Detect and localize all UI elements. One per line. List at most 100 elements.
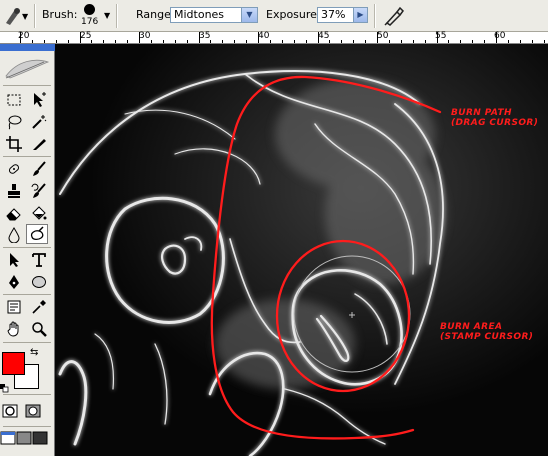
path-selection-tool-icon[interactable] [3, 250, 25, 270]
foreground-color-swatch[interactable] [2, 352, 25, 375]
ruler-label: 25 [80, 31, 92, 41]
ruler-tick [544, 40, 545, 43]
ruler-tick [353, 40, 354, 43]
magic-wand-tool-icon[interactable] [28, 112, 50, 132]
airbrush-icon[interactable] [382, 4, 406, 28]
tool-preset-icon[interactable] [2, 5, 24, 27]
marquee-tool-icon[interactable] [3, 90, 25, 110]
ruler-tick [318, 32, 319, 43]
ruler-tick [270, 40, 271, 43]
ruler-tick [294, 40, 295, 43]
horizontal-ruler: 20 25 30 35 40 45 50 55 60 [0, 31, 548, 44]
hand-tool-icon[interactable] [3, 319, 25, 339]
burn-path-title: BURN PATH [451, 108, 512, 118]
feather-logo-icon[interactable] [4, 56, 50, 82]
standard-mode-icon[interactable] [0, 401, 20, 421]
ruler-tick [258, 32, 259, 43]
burn-area-title: BURN AREA [440, 322, 503, 332]
brush-picker-dropdown-icon[interactable]: ▼ [104, 11, 110, 20]
skull-artwork [55, 44, 548, 456]
move-tool-icon[interactable] [28, 90, 50, 110]
ruler-tick [139, 32, 140, 43]
toolbox-divider [3, 426, 51, 427]
ruler-tick [127, 40, 128, 43]
burn-tool-icon[interactable] [26, 224, 48, 244]
burn-path-subtitle: (DRAG CURSOR) [451, 118, 539, 128]
ruler-tick [91, 40, 92, 43]
type-tool-icon[interactable] [28, 250, 50, 270]
brush-preview-icon[interactable] [84, 4, 95, 15]
toolbox: ⇆ [0, 44, 55, 456]
ruler-tick [115, 40, 116, 43]
ruler-label: 50 [377, 31, 389, 41]
brush-label: Brush: [42, 8, 78, 21]
shape-tool-icon[interactable] [28, 272, 50, 292]
exposure-input[interactable]: 37% [317, 7, 357, 23]
default-colors-icon[interactable] [0, 378, 9, 393]
ruler-tick [377, 32, 378, 43]
ruler-tick [341, 40, 342, 43]
ruler-tick [210, 40, 211, 43]
ruler-tick [68, 40, 69, 43]
brush-tool-icon[interactable] [28, 159, 50, 179]
separator [116, 4, 117, 28]
document-canvas[interactable]: BURN PATH (DRAG CURSOR) BURN AREA (STAMP… [55, 44, 548, 456]
ruler-tick [306, 40, 307, 43]
ruler-tick [163, 40, 164, 43]
crop-tool-icon[interactable] [3, 134, 25, 154]
burn-area-subtitle: (STAMP CURSOR) [440, 332, 534, 342]
pen-tool-icon[interactable] [3, 272, 25, 292]
full-screen-menu-mode-icon[interactable] [16, 430, 32, 446]
range-dropdown-icon[interactable]: ▼ [241, 8, 257, 22]
ruler-tick [80, 32, 81, 43]
toolbox-title-bar[interactable] [0, 44, 55, 51]
toolbox-divider [3, 85, 51, 86]
quick-mask-mode-icon[interactable] [23, 401, 43, 421]
notes-tool-icon[interactable] [3, 297, 25, 317]
standard-screen-mode-icon[interactable] [0, 430, 16, 446]
zoom-tool-icon[interactable] [28, 319, 50, 339]
eraser-tool-icon[interactable] [3, 203, 25, 223]
lasso-tool-icon[interactable] [3, 112, 25, 132]
full-screen-mode-icon[interactable] [32, 430, 48, 446]
ruler-tick [282, 40, 283, 43]
ruler-tick [472, 40, 473, 43]
ruler-tick [520, 40, 521, 43]
clone-stamp-tool-icon[interactable] [3, 181, 25, 201]
exposure-label: Exposure: [266, 8, 321, 21]
toolbox-divider [3, 247, 51, 248]
ruler-tick [199, 32, 200, 43]
ruler-tick [187, 40, 188, 43]
ruler-label: 30 [139, 31, 151, 41]
history-brush-tool-icon[interactable] [28, 181, 50, 201]
exposure-slider-button[interactable]: ▶ [353, 7, 368, 23]
burn-path-annotation: BURN PATH (DRAG CURSOR) [451, 108, 538, 128]
range-select[interactable]: Midtones ▼ [170, 7, 258, 23]
ruler-tick [329, 40, 330, 43]
ruler-tick [234, 40, 235, 43]
separator [374, 4, 375, 28]
burn-area-annotation: BURN AREA (STAMP CURSOR) [440, 322, 533, 342]
ruler-tick [175, 40, 176, 43]
ruler-tick [532, 40, 533, 43]
ruler-tick [246, 40, 247, 43]
ruler-label: 40 [258, 31, 270, 41]
paint-bucket-tool-icon[interactable] [28, 203, 50, 223]
ruler-label: 35 [199, 31, 211, 41]
ruler-tick [56, 40, 57, 43]
ruler-tick [413, 40, 414, 43]
healing-brush-tool-icon[interactable] [3, 159, 25, 179]
swap-colors-icon[interactable]: ⇆ [30, 347, 38, 358]
eyedropper-tool-icon[interactable] [28, 297, 50, 317]
range-label: Range: [136, 8, 175, 21]
ruler-tick [32, 40, 33, 43]
tool-preset-dropdown-icon[interactable]: ▼ [22, 12, 28, 21]
blur-tool-icon[interactable] [3, 225, 25, 245]
ruler-tick [389, 40, 390, 43]
slice-tool-icon[interactable] [28, 134, 50, 154]
ruler-tick [508, 40, 509, 43]
ruler-tick [448, 40, 449, 43]
ruler-tick [365, 40, 366, 43]
ruler-tick [437, 32, 438, 43]
toolbox-divider [3, 342, 51, 343]
